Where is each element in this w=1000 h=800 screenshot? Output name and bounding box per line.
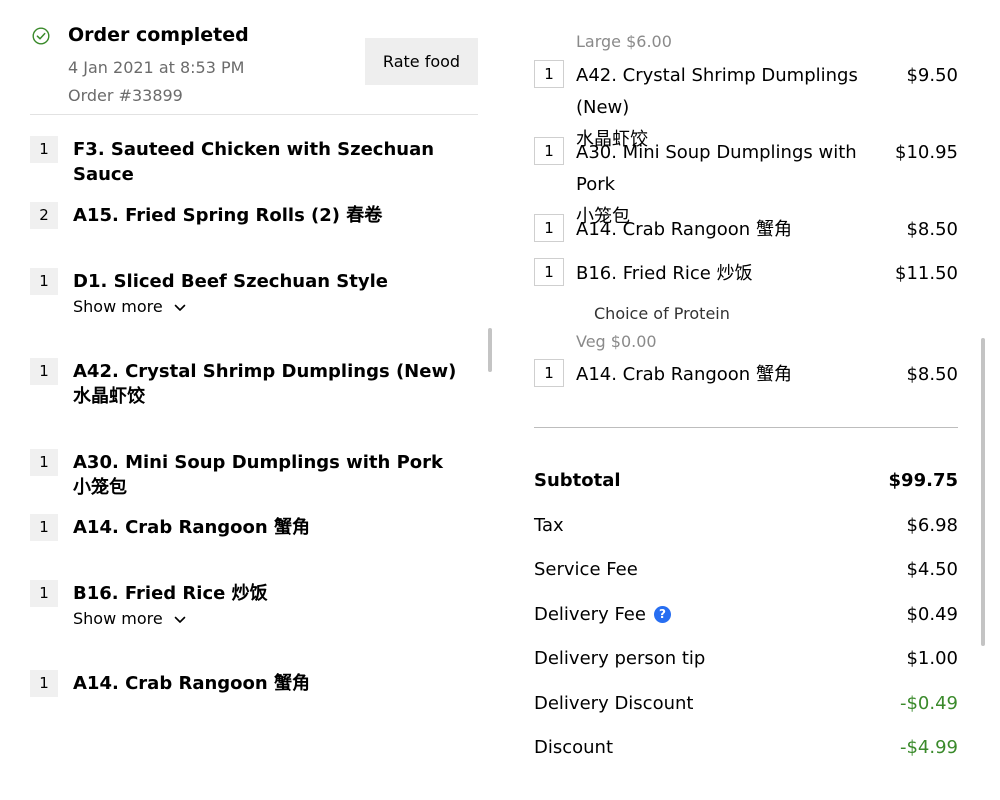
item-name: A14. Crab Rangoon 蟹角 bbox=[576, 219, 792, 240]
item-name: D1. Sliced Beef Szechuan Style bbox=[73, 271, 388, 292]
subtotal-value: $99.75 bbox=[888, 470, 958, 491]
delivery-discount-value: -$0.49 bbox=[899, 693, 958, 714]
tip-label: Delivery person tip bbox=[534, 648, 706, 669]
quantity-badge: 1 bbox=[30, 449, 58, 476]
subtotal-label: Subtotal bbox=[534, 470, 621, 491]
delivery-fee-row: Delivery Fee? $0.49 bbox=[534, 604, 958, 632]
item-option-value: Veg $0.00 bbox=[576, 332, 657, 351]
item-option-value: Large $6.00 bbox=[576, 32, 672, 51]
right-scrollbar[interactable] bbox=[981, 338, 985, 646]
delivery-discount-label: Delivery Discount bbox=[534, 693, 694, 714]
tax-value: $6.98 bbox=[906, 515, 958, 536]
quantity-badge: 1 bbox=[30, 136, 58, 163]
discount-value: -$4.99 bbox=[899, 737, 958, 758]
divider bbox=[30, 114, 478, 115]
item-name: A30. Mini Soup Dumplings with Pork 小笼包 bbox=[73, 452, 444, 498]
quantity-badge: 1 bbox=[30, 670, 58, 697]
order-items-panel: Order completed 4 Jan 2021 at 8:53 PM Or… bbox=[30, 0, 478, 800]
item-option-title: Choice of Protein bbox=[594, 304, 730, 323]
item-price: $11.50 bbox=[895, 263, 958, 284]
delivery-fee-label: Delivery Fee bbox=[534, 604, 646, 625]
quantity-box: 1 bbox=[534, 214, 564, 242]
order-date: 4 Jan 2021 at 8:53 PM bbox=[68, 58, 245, 77]
item-name: A14. Crab Rangoon 蟹角 bbox=[576, 364, 792, 385]
tip-value: $1.00 bbox=[906, 648, 958, 669]
item-price: $10.95 bbox=[895, 142, 958, 163]
quantity-badge: 1 bbox=[30, 514, 58, 541]
item-name: A14. Crab Rangoon 蟹角 bbox=[73, 673, 310, 694]
item-name: A14. Crab Rangoon 蟹角 bbox=[73, 517, 310, 538]
rate-food-button[interactable]: Rate food bbox=[365, 38, 478, 85]
item-name: A42. Crystal Shrimp Dumplings (New) 水晶虾饺 bbox=[73, 361, 457, 407]
item-name-line: A30. Mini Soup Dumplings with Pork bbox=[576, 142, 857, 195]
quantity-badge: 1 bbox=[30, 268, 58, 295]
check-circle-icon bbox=[32, 27, 50, 45]
item-price: $9.50 bbox=[906, 65, 958, 86]
order-status-title: Order completed bbox=[68, 24, 249, 46]
show-more-button[interactable]: Show more bbox=[73, 297, 186, 316]
show-more-label: Show more bbox=[73, 609, 163, 628]
item-name: A15. Fried Spring Rolls (2) 春卷 bbox=[73, 205, 383, 226]
service-fee-value: $4.50 bbox=[906, 559, 958, 580]
chevron-down-icon bbox=[174, 304, 186, 311]
tip-row: Delivery person tip $1.00 bbox=[534, 648, 958, 676]
quantity-box: 1 bbox=[534, 359, 564, 387]
chevron-down-icon bbox=[174, 616, 186, 623]
item-price: $8.50 bbox=[906, 219, 958, 240]
tax-label: Tax bbox=[534, 515, 564, 536]
item-name-line: A42. Crystal Shrimp Dumplings (New) bbox=[576, 65, 858, 118]
show-more-label: Show more bbox=[73, 297, 163, 316]
show-more-button[interactable]: Show more bbox=[73, 609, 186, 628]
delivery-fee-label-group: Delivery Fee? bbox=[534, 604, 671, 625]
quantity-badge: 1 bbox=[30, 358, 58, 385]
delivery-discount-row: Delivery Discount -$0.49 bbox=[534, 693, 958, 721]
question-circle-icon[interactable]: ? bbox=[653, 606, 671, 623]
item-name: F3. Sauteed Chicken with Szechuan Sauce bbox=[73, 139, 435, 185]
service-fee-label: Service Fee bbox=[534, 559, 638, 580]
quantity-box: 1 bbox=[534, 60, 564, 88]
receipt-panel: Large $6.00 1 A42. Crystal Shrimp Dumpli… bbox=[534, 0, 958, 800]
delivery-fee-value: $0.49 bbox=[906, 604, 958, 625]
discount-label: Discount bbox=[534, 737, 614, 758]
service-fee-row: Service Fee $4.50 bbox=[534, 559, 958, 587]
divider bbox=[534, 427, 958, 428]
quantity-box: 1 bbox=[534, 137, 564, 165]
order-number: Order #33899 bbox=[68, 86, 183, 105]
item-price: $8.50 bbox=[906, 364, 958, 385]
item-name: B16. Fried Rice 炒饭 bbox=[576, 263, 753, 284]
subtotal-row: Subtotal $99.75 bbox=[534, 470, 958, 498]
quantity-badge: 2 bbox=[30, 202, 58, 229]
quantity-badge: 1 bbox=[30, 580, 58, 607]
quantity-box: 1 bbox=[534, 258, 564, 286]
left-scrollbar[interactable] bbox=[488, 328, 492, 372]
item-name: B16. Fried Rice 炒饭 bbox=[73, 583, 268, 604]
discount-row: Discount -$4.99 bbox=[534, 737, 958, 765]
tax-row: Tax $6.98 bbox=[534, 515, 958, 543]
